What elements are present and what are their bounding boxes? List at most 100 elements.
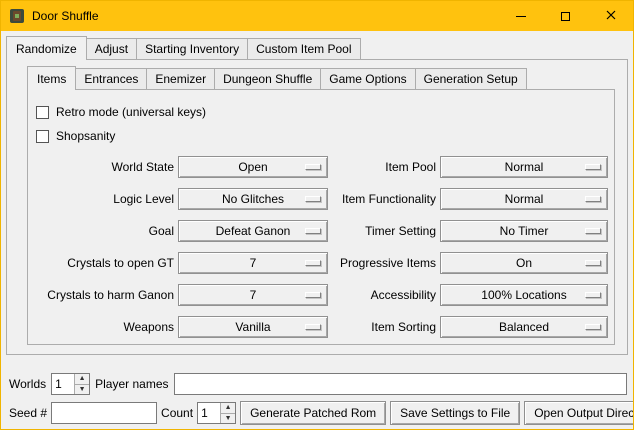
worlds-row: Worlds 1 ▲ ▼ Player names [9,373,627,395]
retro-mode-checkbox[interactable] [36,106,49,119]
crystals-harm-ganon-label: Crystals to harm Ganon [36,288,174,302]
dropdown-indicator-icon [305,196,321,202]
dropdown-indicator-icon [585,228,601,234]
window-title: Door Shuffle [32,9,99,23]
seed-row: Seed # Count 1 ▲ ▼ Generate Patched Rom … [9,401,627,425]
dropdown-indicator-icon [305,228,321,234]
dropdown-value: Defeat Ganon [216,224,291,238]
world-state-label: World State [36,160,174,174]
spin-down-icon[interactable]: ▼ [221,413,235,424]
accessibility-dropdown[interactable]: 100% Locations [440,284,608,306]
crystals-open-gt-label: Crystals to open GT [36,256,174,270]
maximize-button[interactable] [543,1,588,31]
spin-up-icon[interactable]: ▲ [221,403,235,413]
crystals-harm-ganon-dropdown[interactable]: 7 [178,284,328,306]
tab-adjust[interactable]: Adjust [86,38,137,59]
player-names-label: Player names [95,377,168,391]
item-pool-dropdown[interactable]: Normal [440,156,608,178]
count-stepper[interactable]: 1 ▲ ▼ [197,402,236,424]
tab-enemizer[interactable]: Enemizer [146,68,215,89]
minimize-button[interactable] [498,1,543,31]
tab-dungeon-shuffle[interactable]: Dungeon Shuffle [214,68,321,89]
minimize-icon [516,16,526,17]
shopsanity-label: Shopsanity [56,129,115,143]
tab-game-options[interactable]: Game Options [320,68,415,89]
dropdown-value: Balanced [499,320,549,334]
weapons-label: Weapons [36,320,174,334]
item-sorting-dropdown[interactable]: Balanced [440,316,608,338]
player-names-input[interactable] [174,373,628,395]
logic-level-dropdown[interactable]: No Glitches [178,188,328,210]
options-grid: World State Open Item Pool Normal Logic … [36,156,614,338]
bottom-bar: Worlds 1 ▲ ▼ Player names Seed # Count 1… [1,373,633,425]
dropdown-indicator-icon [305,164,321,170]
close-icon [606,9,616,23]
dropdown-indicator-icon [305,260,321,266]
dropdown-indicator-icon [305,292,321,298]
count-stepper-arrows: ▲ ▼ [220,403,235,423]
spin-down-icon[interactable]: ▼ [75,384,89,395]
count-value: 1 [198,403,220,423]
dropdown-value: No Glitches [222,192,284,206]
shopsanity-checkbox[interactable] [36,130,49,143]
randomize-pane: Items Entrances Enemizer Dungeon Shuffle… [6,59,628,355]
close-button[interactable] [588,1,633,31]
generate-patched-rom-button[interactable]: Generate Patched Rom [240,401,386,425]
caption-buttons [498,1,633,31]
goal-dropdown[interactable]: Defeat Ganon [178,220,328,242]
dropdown-value: Open [238,160,267,174]
items-pane: Retro mode (universal keys) Shopsanity W… [27,89,615,345]
dropdown-value: On [516,256,532,270]
worlds-value: 1 [52,374,74,394]
tab-randomize[interactable]: Randomize [6,36,87,60]
timer-setting-dropdown[interactable]: No Timer [440,220,608,242]
goal-label: Goal [36,224,174,238]
seed-label: Seed # [9,406,47,420]
item-pool-label: Item Pool [332,160,436,174]
accessibility-label: Accessibility [332,288,436,302]
door-shuffle-window: Door Shuffle Randomize Adjust Starting I… [0,0,634,430]
seed-input[interactable] [51,402,157,424]
weapons-dropdown[interactable]: Vanilla [178,316,328,338]
app-icon [9,8,25,24]
dropdown-indicator-icon [585,260,601,266]
logic-level-label: Logic Level [36,192,174,206]
dropdown-indicator-icon [585,196,601,202]
dropdown-value: No Timer [500,224,549,238]
progressive-items-label: Progressive Items [332,256,436,270]
dropdown-indicator-icon [585,324,601,330]
tab-items[interactable]: Items [27,66,76,90]
item-sorting-label: Item Sorting [332,320,436,334]
worlds-stepper-arrows: ▲ ▼ [74,374,89,394]
dropdown-value: Normal [505,192,544,206]
open-output-directory-button[interactable]: Open Output Directory [524,401,634,425]
worlds-label: Worlds [9,377,46,391]
dropdown-value: Normal [505,160,544,174]
primary-tab-bar: Randomize Adjust Starting Inventory Cust… [1,31,633,59]
world-state-dropdown[interactable]: Open [178,156,328,178]
progressive-items-dropdown[interactable]: On [440,252,608,274]
timer-setting-label: Timer Setting [332,224,436,238]
crystals-open-gt-dropdown[interactable]: 7 [178,252,328,274]
dropdown-value: 7 [250,256,257,270]
dropdown-value: Vanilla [235,320,270,334]
titlebar[interactable]: Door Shuffle [1,1,633,31]
tab-custom-item-pool[interactable]: Custom Item Pool [247,38,360,59]
item-functionality-dropdown[interactable]: Normal [440,188,608,210]
dropdown-value: 7 [250,288,257,302]
dropdown-indicator-icon [585,292,601,298]
shopsanity-checkbox-row[interactable]: Shopsanity [36,124,614,148]
retro-mode-label: Retro mode (universal keys) [56,105,206,119]
save-settings-button[interactable]: Save Settings to File [390,401,520,425]
retro-mode-checkbox-row[interactable]: Retro mode (universal keys) [36,100,614,124]
dropdown-value: 100% Locations [481,288,566,302]
worlds-stepper[interactable]: 1 ▲ ▼ [51,373,90,395]
count-label: Count [161,406,193,420]
tab-entrances[interactable]: Entrances [75,68,147,89]
spin-up-icon[interactable]: ▲ [75,374,89,384]
tab-starting-inventory[interactable]: Starting Inventory [136,38,248,59]
item-functionality-label: Item Functionality [332,192,436,206]
dropdown-indicator-icon [305,324,321,330]
dropdown-indicator-icon [585,164,601,170]
tab-generation-setup[interactable]: Generation Setup [415,68,527,89]
